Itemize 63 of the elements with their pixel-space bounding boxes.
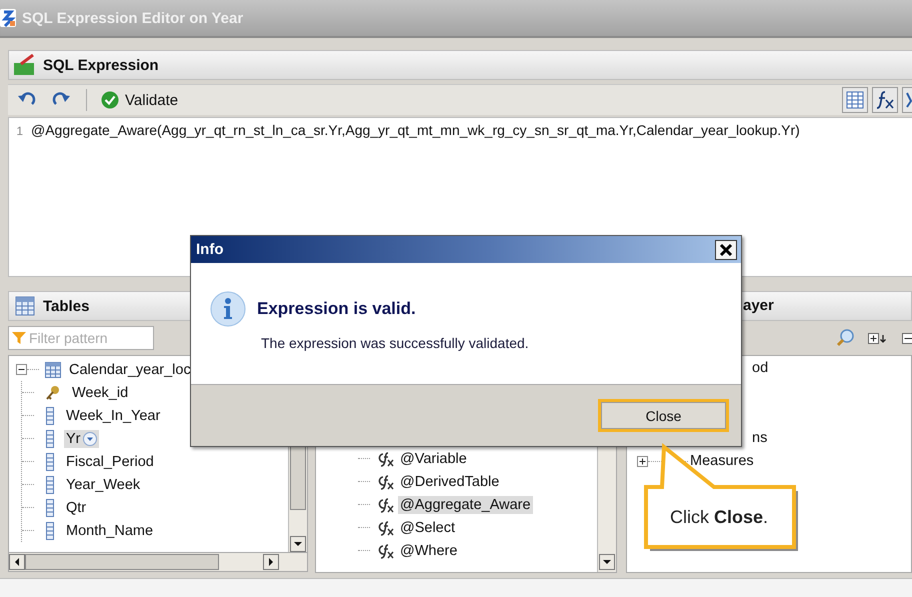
close-icon[interactable] — [715, 240, 737, 260]
close-button[interactable]: Close — [598, 399, 729, 432]
function-icon — [376, 520, 394, 536]
scroll-down-icon[interactable] — [290, 536, 306, 552]
function-icon — [376, 542, 394, 558]
tree-item[interactable]: Yr — [64, 430, 98, 448]
collapse-all-icon[interactable] — [902, 330, 912, 345]
scroll-down-icon[interactable] — [599, 554, 615, 570]
panel-title: SQL Expression — [43, 56, 159, 74]
filter-icon — [12, 331, 26, 345]
dialog-heading: Expression is valid. — [257, 299, 416, 319]
tree-item[interactable]: Week_In_Year — [64, 406, 162, 424]
check-icon — [101, 91, 119, 109]
toolbar-icon[interactable] — [902, 87, 912, 113]
dialog-message: The expression was successfully validated. — [261, 335, 530, 351]
column-icon — [46, 476, 54, 494]
tree-item[interactable]: Fiscal_Period — [64, 452, 156, 470]
function-icon — [376, 450, 394, 466]
expand-all-icon[interactable] — [868, 330, 888, 345]
tree-item[interactable]: @Select — [398, 518, 458, 536]
panel-title: Tables — [43, 298, 90, 314]
dropdown-icon[interactable] — [82, 432, 96, 446]
tree-item[interactable]: @DerivedTable — [398, 472, 502, 490]
scroll-right-icon[interactable] — [263, 554, 279, 570]
code-text: @Aggregate_Aware(Agg_yr_qt_rn_st_ln_ca_sr.Yr,Agg_yr_qt_mt_mn_wk_rg_cy_sn_sr_qt_ma.Yr,Calendar_year_lookup.Yr) — [31, 122, 800, 138]
table-icon — [45, 362, 61, 378]
tree-item[interactable]: ns — [750, 429, 770, 448]
app-logo-icon — [0, 7, 16, 29]
expand-icon[interactable] — [637, 456, 648, 467]
tree-item[interactable]: od — [750, 359, 770, 378]
tree-item[interactable]: @Aggregate_Aware — [398, 496, 533, 514]
function-icon — [376, 474, 394, 490]
sql-icon — [13, 54, 37, 76]
column-icon — [46, 430, 54, 448]
column-icon — [46, 498, 54, 516]
info-icon — [210, 291, 246, 327]
dialog-title: Info — [196, 241, 224, 258]
tree-item[interactable]: Measures — [688, 452, 756, 470]
column-icon — [46, 452, 54, 470]
panel-title: ayer — [743, 297, 774, 314]
filter-field[interactable]: Filter pattern — [8, 326, 154, 350]
collapse-icon[interactable] — [16, 364, 27, 375]
tree-item[interactable]: Calendar_year_loc — [67, 360, 193, 378]
tree-item[interactable]: @Variable — [398, 450, 469, 468]
tree-item[interactable]: Qtr — [64, 498, 88, 516]
key-icon — [46, 384, 60, 400]
tree-item[interactable]: @Where — [398, 542, 460, 560]
callout-text: Click Close. — [670, 507, 768, 528]
search-icon[interactable] — [836, 328, 854, 347]
scroll-left-icon[interactable] — [9, 554, 25, 570]
window-title: SQL Expression Editor on Year — [22, 10, 244, 26]
function-icon[interactable] — [872, 87, 898, 113]
function-icon — [376, 496, 394, 512]
tree-item[interactable]: Month_Name — [64, 522, 156, 540]
scroll-bar[interactable] — [8, 553, 308, 572]
table-icon — [15, 296, 35, 316]
tree-item[interactable]: Week_id — [70, 384, 130, 402]
tree-item[interactable]: Year_Week — [64, 476, 142, 494]
column-icon — [46, 406, 54, 424]
column-icon — [46, 522, 54, 540]
line-number: 1 — [15, 124, 23, 138]
table-grid-icon[interactable] — [842, 87, 868, 113]
validate-button[interactable]: Validate — [97, 89, 182, 111]
